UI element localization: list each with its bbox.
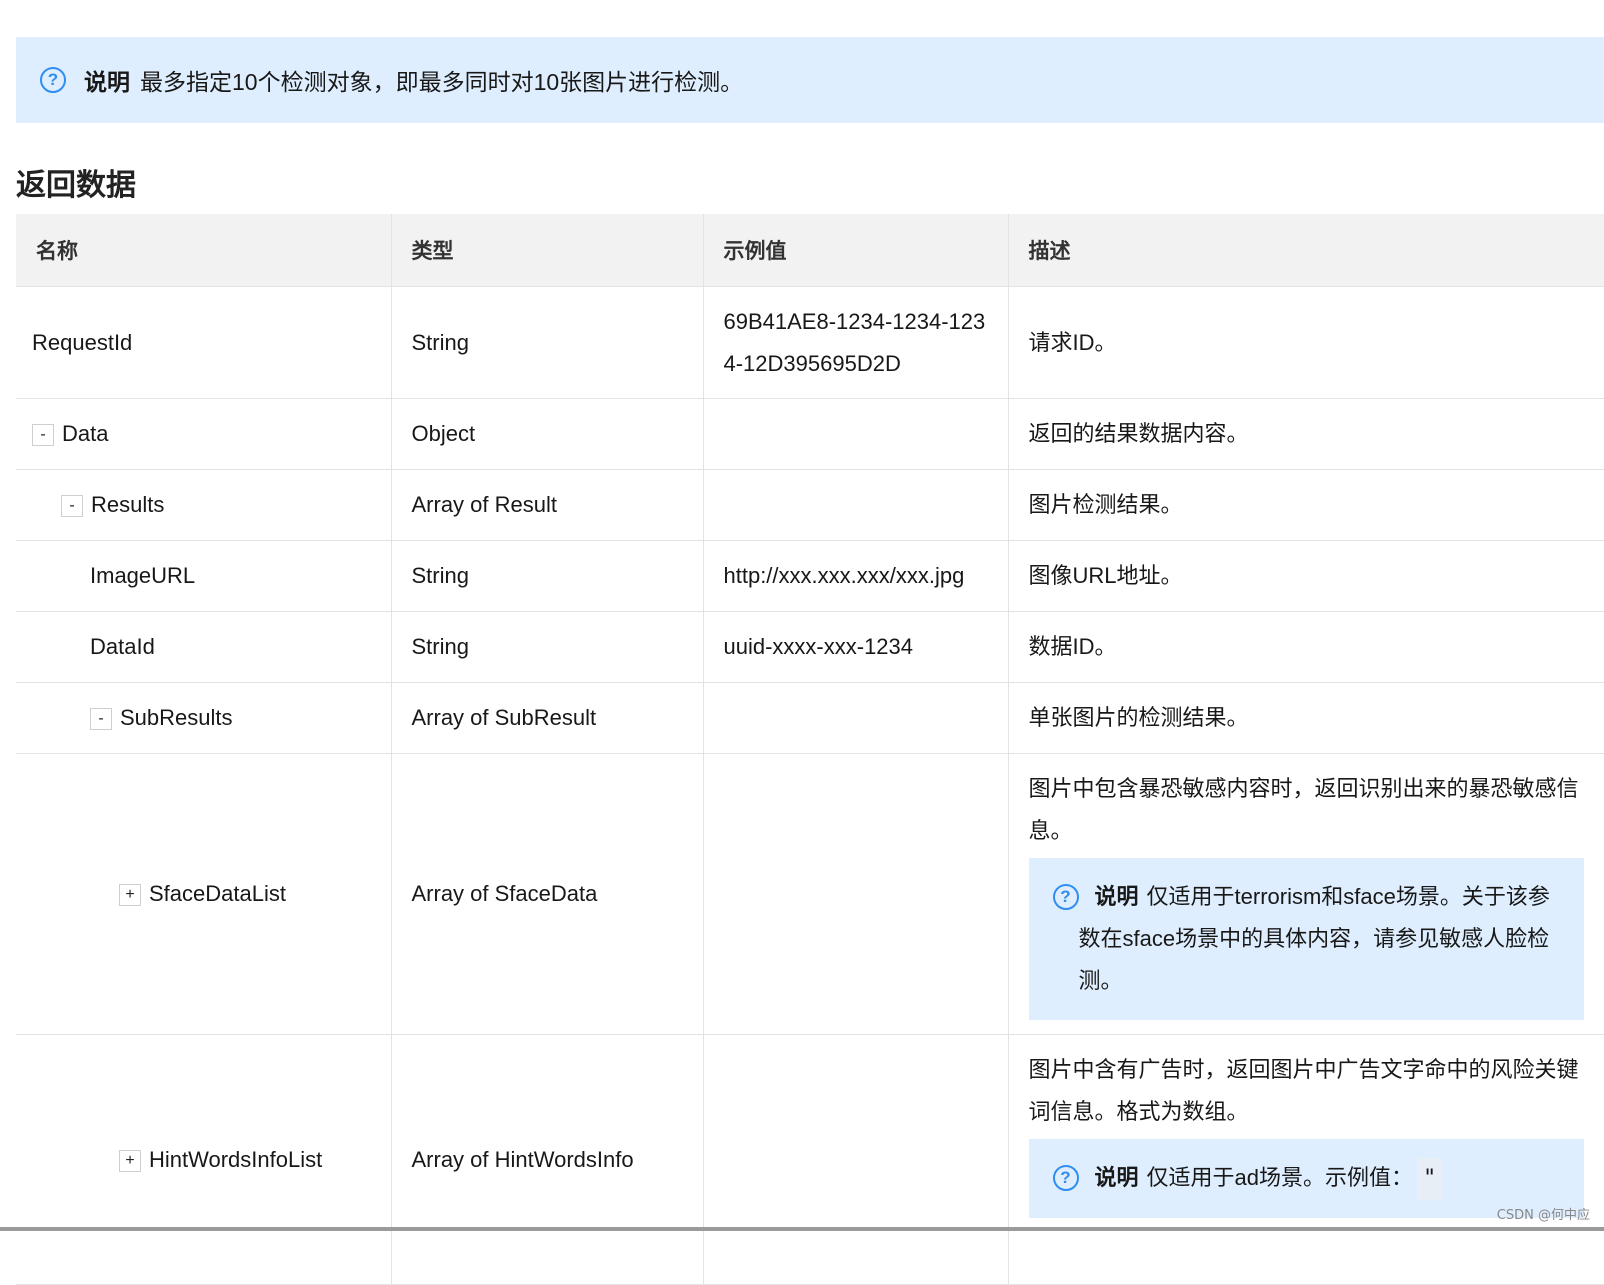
param-type: String: [391, 611, 704, 683]
table-row: - Data Object 返回的结果数据内容。: [16, 398, 1604, 470]
note-text: 仅适用于ad场景。示例值：: [1146, 1165, 1413, 1190]
table-row: - SubResults Array of SubResult 单张图片的检测结果…: [16, 682, 1604, 754]
watermark: CSDN @何中应: [1496, 1208, 1590, 1223]
inline-code: ": [1417, 1158, 1443, 1200]
note-label: 说明: [1094, 884, 1139, 909]
param-description: 请求ID。: [1008, 286, 1604, 399]
param-description: 图片中包含暴恐敏感内容时，返回识别出来的暴恐敏感信息。: [1028, 776, 1579, 843]
section-title: 返回数据: [16, 169, 136, 202]
question-circle-icon: ?: [1052, 1165, 1079, 1191]
param-type: Array of HintWordsInfo: [391, 1034, 704, 1285]
param-description: 数据ID。: [1008, 611, 1604, 683]
param-type: String: [391, 540, 704, 612]
table-row: RequestId String 69B41AE8-1234-1234-1234…: [16, 286, 1604, 399]
question-circle-icon: ?: [40, 67, 66, 93]
response-params-table: 名称 类型 示例值 描述 RequestId String 69B41AE8-1…: [16, 214, 1604, 1285]
param-name: RequestId: [32, 329, 133, 355]
param-example: 69B41AE8-1234-1234-1234-12D395695D2D: [703, 286, 1009, 399]
header-name: 名称: [16, 214, 392, 287]
param-description-cell: 图片中含有广告时，返回图片中广告文字命中的风险关键词信息。格式为数组。 ? 说明…: [1008, 1034, 1604, 1285]
param-example: [703, 753, 1009, 1035]
note-text: 最多指定10个检测对象，即最多同时对10张图片进行检测。: [140, 69, 744, 95]
param-name: SfaceDataList: [149, 881, 286, 906]
param-description: 图片检测结果。: [1008, 469, 1604, 541]
table-row: + HintWordsInfoList Array of HintWordsInf…: [16, 1034, 1604, 1285]
header-description: 描述: [1008, 214, 1604, 287]
param-example: [703, 682, 1009, 754]
info-note: ? 说明 最多指定10个检测对象，即最多同时对10张图片进行检测。: [16, 37, 1604, 123]
param-type: Object: [391, 398, 704, 470]
question-circle-icon: ?: [1052, 884, 1079, 910]
table-row: DataId String uuid-xxxx-xxx-1234 数据ID。: [16, 611, 1604, 683]
param-description: 单张图片的检测结果。: [1008, 682, 1604, 754]
header-type: 类型: [391, 214, 704, 287]
collapse-toggle[interactable]: -: [90, 708, 112, 731]
note-label: 说明: [84, 69, 130, 95]
param-name: Data: [62, 421, 109, 446]
param-name: SubResults: [120, 705, 233, 730]
param-name: ImageURL: [90, 563, 196, 588]
param-example: [703, 398, 1009, 470]
note-text: 仅适用于terrorism和sface场景。关于该参数在sface场景中的具体内…: [1078, 884, 1550, 993]
param-example: [703, 1034, 1009, 1285]
param-name: Results: [91, 492, 165, 517]
param-name: HintWordsInfoList: [149, 1146, 323, 1172]
param-example: uuid-xxxx-xxx-1234: [703, 611, 1009, 683]
param-example: [703, 469, 1009, 541]
param-type: String: [391, 286, 704, 399]
param-type: Array of SfaceData: [391, 753, 704, 1035]
collapse-toggle[interactable]: -: [61, 495, 83, 518]
table-row: + SfaceDataList Array of SfaceData 图片中包含暴…: [16, 753, 1604, 1035]
expand-toggle[interactable]: +: [119, 1149, 141, 1172]
param-description: 图像URL地址。: [1008, 540, 1604, 612]
param-type: Array of Result: [391, 469, 704, 541]
expand-toggle[interactable]: +: [119, 884, 141, 907]
table-row: - Results Array of Result 图片检测结果。: [16, 469, 1604, 541]
collapse-toggle[interactable]: -: [32, 424, 54, 447]
param-name: DataId: [90, 634, 155, 659]
param-description-cell: 图片中包含暴恐敏感内容时，返回识别出来的暴恐敏感信息。 ? 说明 仅适用于terr…: [1008, 753, 1604, 1035]
table-header-row: 名称 类型 示例值 描述: [16, 214, 1604, 287]
param-description: 返回的结果数据内容。: [1008, 398, 1604, 470]
info-note: ? 说明 仅适用于terrorism和sface场景。关于该参数在sface场景中…: [1028, 858, 1584, 1020]
note-label: 说明: [1094, 1165, 1139, 1190]
table-row: ImageURL String http://xxx.xxx.xxx/xxx.j…: [16, 540, 1604, 612]
window-bottom-edge: [0, 1227, 1604, 1231]
param-type: Array of SubResult: [391, 682, 704, 754]
param-description: 图片中含有广告时，返回图片中广告文字命中的风险关键词信息。格式为数组。: [1028, 1057, 1579, 1124]
param-example: http://xxx.xxx.xxx/xxx.jpg: [703, 540, 1009, 612]
header-example: 示例值: [703, 214, 1009, 287]
